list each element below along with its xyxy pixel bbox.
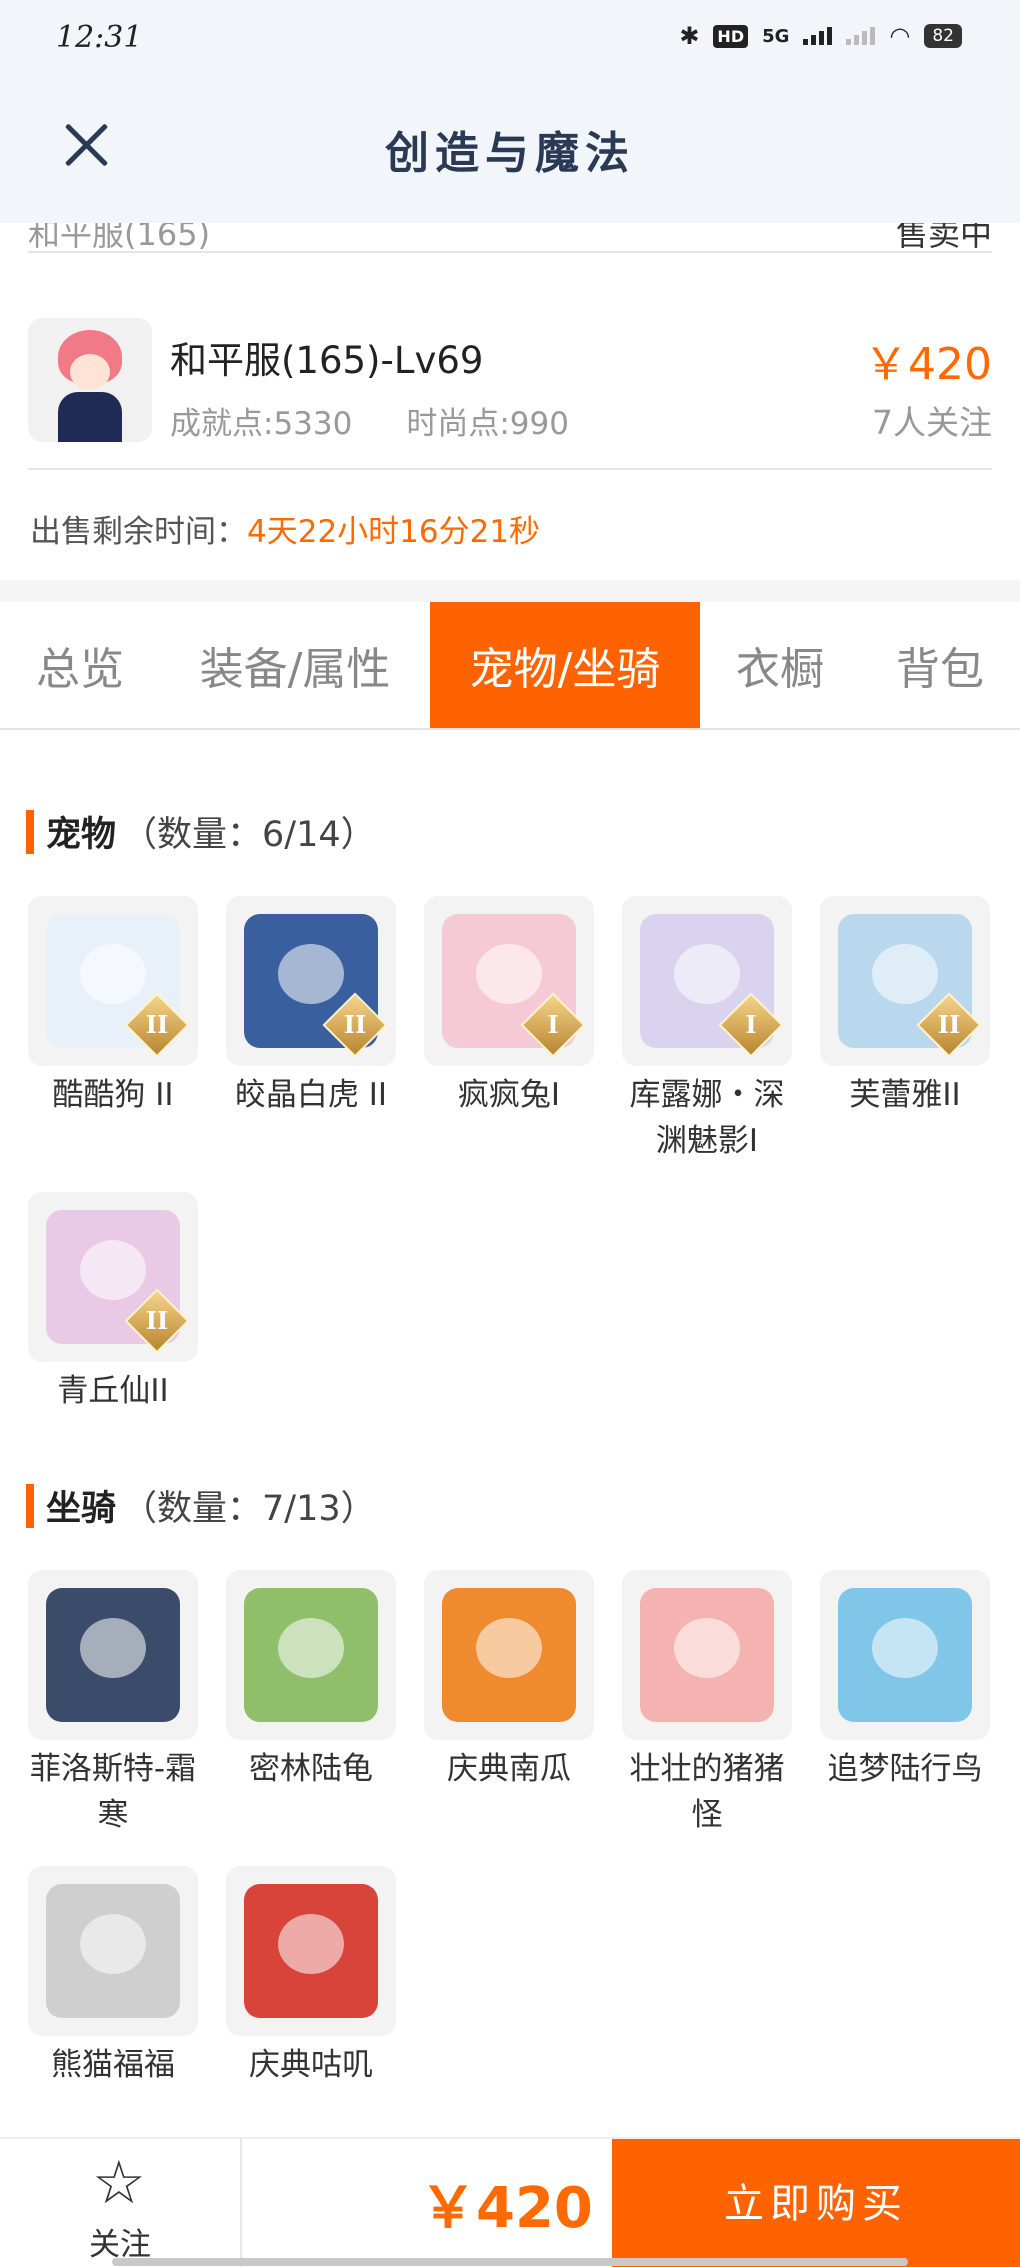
pet-name: 芙蕾雅II bbox=[849, 1077, 961, 1113]
divider-band bbox=[0, 580, 1020, 602]
status-icons: ✱ HD 5G ◠ 82 bbox=[679, 22, 962, 50]
mount-image bbox=[46, 1588, 180, 1722]
pet-name: 青丘仙II bbox=[57, 1373, 169, 1409]
pet-thumbnail: II bbox=[820, 896, 990, 1066]
mount-card[interactable]: 熊猫福福 bbox=[28, 1866, 198, 2088]
remaining-time-value: 4天22小时16分21秒 bbox=[247, 514, 541, 550]
mount-name: 庆典咕叽 bbox=[249, 2047, 373, 2083]
mount-name: 追梦陆行鸟 bbox=[827, 1751, 983, 1787]
scrolled-summary-row: 和平服(165) 售卖中 bbox=[28, 223, 992, 253]
mount-thumbnail bbox=[820, 1570, 990, 1740]
fashion-points: 时尚点:990 bbox=[406, 406, 569, 442]
tier-badge-label: II bbox=[145, 1010, 169, 1039]
home-indicator bbox=[112, 2258, 908, 2266]
pets-title: 宠物 bbox=[46, 815, 117, 855]
battery-icon: 82 bbox=[924, 24, 962, 48]
mount-card[interactable]: 庆典咕叽 bbox=[226, 1866, 396, 2088]
mounts-grid: 菲洛斯特-霜寒 密林陆龟 庆典南瓜 壮壮的猪猪怪 追梦陆行鸟熊猫福福 庆典咕叽 bbox=[28, 1570, 992, 2088]
remaining-time-label: 出售剩余时间： bbox=[30, 514, 247, 550]
mount-thumbnail bbox=[28, 1570, 198, 1740]
avatar bbox=[28, 318, 152, 442]
listing-price: ￥420 bbox=[864, 339, 992, 390]
pet-thumbnail: I bbox=[622, 896, 792, 1066]
status-bar: 12:31 ✱ HD 5G ◠ 82 bbox=[0, 0, 1020, 75]
tab-overview[interactable]: 总览 bbox=[0, 602, 160, 728]
listing-stats: 成就点:5330 时尚点:990 bbox=[170, 398, 569, 443]
mount-image bbox=[442, 1588, 576, 1722]
mount-thumbnail bbox=[622, 1570, 792, 1740]
sale-status: 售卖中 bbox=[895, 223, 992, 253]
bottom-action-bar: ☆ 关注 ￥420 立即购买 bbox=[0, 2137, 1020, 2267]
tab-pets-mounts[interactable]: 宠物/坐骑 bbox=[430, 602, 700, 728]
pet-thumbnail: II bbox=[28, 1192, 198, 1362]
hd-icon: HD bbox=[713, 24, 749, 48]
mounts-title: 坐骑 bbox=[46, 1489, 117, 1529]
mounts-count: （数量：7/13） bbox=[122, 1489, 376, 1529]
page-title: 创造与魔法 bbox=[385, 128, 635, 179]
tab-wardrobe[interactable]: 衣橱 bbox=[700, 602, 860, 728]
mount-name: 菲洛斯特-霜寒 bbox=[29, 1751, 197, 1833]
pet-card[interactable]: II 皎晶白虎 II bbox=[226, 896, 396, 1164]
pet-card[interactable]: II 芙蕾雅II bbox=[820, 896, 990, 1164]
mount-thumbnail bbox=[226, 1570, 396, 1740]
remaining-time: 出售剩余时间：4天22小时16分21秒 bbox=[30, 506, 540, 551]
bluetooth-icon: ✱ bbox=[679, 22, 700, 50]
tier-badge-label: I bbox=[547, 1010, 559, 1039]
mounts-section-title: 坐骑 （数量：7/13） bbox=[26, 1480, 376, 1531]
mount-card[interactable]: 密林陆龟 bbox=[226, 1570, 396, 1838]
pet-card[interactable]: II 酷酷狗 II bbox=[28, 896, 198, 1164]
listing-name: 和平服(165)-Lv69 bbox=[170, 339, 484, 382]
buy-now-button[interactable]: 立即购买 bbox=[612, 2139, 1020, 2267]
tab-equipment[interactable]: 装备/属性 bbox=[160, 602, 430, 728]
pet-name: 酷酷狗 II bbox=[52, 1077, 174, 1113]
tier-badge-label: II bbox=[145, 1306, 169, 1335]
mount-name: 庆典南瓜 bbox=[447, 1751, 571, 1787]
pets-count: （数量：6/14） bbox=[122, 815, 376, 855]
mount-image bbox=[640, 1588, 774, 1722]
mount-name: 密林陆龟 bbox=[249, 1751, 373, 1787]
pets-grid: II 酷酷狗 II II 皎晶白虎 II I 疯疯兔I I 库露娜・深渊魅影I II 芙蕾雅II I… bbox=[28, 896, 992, 1414]
mount-image bbox=[46, 1884, 180, 2018]
mount-name: 壮壮的猪猪怪 bbox=[629, 1751, 785, 1833]
mount-name: 熊猫福福 bbox=[51, 2047, 175, 2083]
achievement-points: 成就点:5330 bbox=[170, 406, 353, 442]
mount-card[interactable]: 菲洛斯特-霜寒 bbox=[28, 1570, 198, 1838]
signal-icon bbox=[803, 27, 833, 45]
mount-thumbnail bbox=[28, 1866, 198, 2036]
mount-image bbox=[244, 1588, 378, 1722]
star-icon: ☆ bbox=[92, 2148, 146, 2218]
pet-thumbnail: I bbox=[424, 896, 594, 1066]
mount-card[interactable]: 庆典南瓜 bbox=[424, 1570, 594, 1838]
pets-section-title: 宠物 （数量：6/14） bbox=[26, 806, 376, 857]
mount-thumbnail bbox=[226, 1866, 396, 2036]
mount-card[interactable]: 追梦陆行鸟 bbox=[820, 1570, 990, 1838]
total-price: ￥420 bbox=[420, 2176, 593, 2241]
mount-image bbox=[838, 1588, 972, 1722]
network-type: 5G bbox=[762, 25, 790, 47]
server-name: 和平服(165) bbox=[28, 223, 211, 253]
title-bar: 创造与魔法 bbox=[0, 75, 1020, 223]
tab-bar: 总览 装备/属性 宠物/坐骑 衣橱 背包 bbox=[0, 602, 1020, 730]
wifi-icon: ◠ bbox=[889, 22, 911, 50]
pet-name: 库露娜・深渊魅影I bbox=[629, 1077, 785, 1159]
status-time: 12:31 bbox=[56, 20, 143, 55]
pet-card[interactable]: I 库露娜・深渊魅影I bbox=[622, 896, 792, 1164]
tier-badge-label: II bbox=[937, 1010, 961, 1039]
mount-image bbox=[244, 1884, 378, 2018]
pet-name: 疯疯兔I bbox=[457, 1077, 561, 1113]
pet-thumbnail: II bbox=[28, 896, 198, 1066]
tab-backpack[interactable]: 背包 bbox=[860, 602, 1020, 728]
follower-count: 7人关注 bbox=[872, 403, 992, 442]
mount-thumbnail bbox=[424, 1570, 594, 1740]
tier-badge-label: II bbox=[343, 1010, 367, 1039]
pet-thumbnail: II bbox=[226, 896, 396, 1066]
signal-2-icon bbox=[846, 27, 876, 45]
pet-card[interactable]: II 青丘仙II bbox=[28, 1192, 198, 1414]
follow-button[interactable]: ☆ 关注 bbox=[0, 2139, 242, 2267]
pet-card[interactable]: I 疯疯兔I bbox=[424, 896, 594, 1164]
listing-row: 和平服(165)-Lv69 成就点:5330 时尚点:990 ￥420 7人关注 bbox=[28, 290, 992, 470]
pet-name: 皎晶白虎 II bbox=[234, 1077, 388, 1113]
mount-card[interactable]: 壮壮的猪猪怪 bbox=[622, 1570, 792, 1838]
tier-badge-label: I bbox=[745, 1010, 757, 1039]
